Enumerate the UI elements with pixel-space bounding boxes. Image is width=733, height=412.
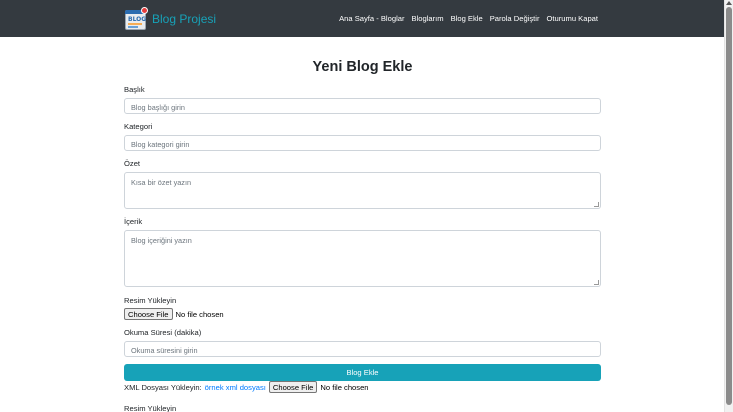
content-placeholder: Blog içeriğini yazın <box>131 236 192 245</box>
summary-placeholder: Kısa bir özet yazın <box>131 178 192 187</box>
xml-file-status: No file chosen <box>320 382 369 392</box>
nav-my-blogs[interactable]: Bloglarım <box>412 14 444 23</box>
logo-text: BLOG <box>128 15 147 23</box>
image-file-input: Choose File No file chosen <box>124 308 224 320</box>
resize-handle-icon[interactable] <box>594 280 599 285</box>
title-label: Başlık <box>124 85 145 94</box>
image-label: Resim Yükleyin <box>124 296 177 305</box>
scrollbar-thumb[interactable] <box>726 7 732 405</box>
submit-button[interactable]: Blog Ekle <box>124 364 601 381</box>
category-input[interactable]: Blog kategori girin <box>124 135 601 151</box>
category-label: Kategori <box>124 122 153 131</box>
nav-logout[interactable]: Oturumu Kapat <box>547 14 599 23</box>
title-placeholder: Blog başlığı girin <box>131 103 185 112</box>
content-label: İçerik <box>124 217 143 226</box>
reading-time-label: Okuma Süresi (dakika) <box>124 328 202 337</box>
page-scrollbar[interactable] <box>724 0 733 412</box>
content-textarea[interactable]: Blog içeriğini yazın <box>124 230 601 287</box>
resize-handle-icon[interactable] <box>594 202 599 207</box>
brand-name[interactable]: Blog Projesi <box>152 12 216 26</box>
brand-link[interactable]: BLOG Blog Projesi <box>124 6 216 31</box>
nav-home[interactable]: Ana Sayfa - Bloglar <box>339 14 404 23</box>
image-label-2: Resim Yükleyin <box>124 404 177 412</box>
page-title: Yeni Blog Ekle <box>312 59 413 75</box>
reading-time-placeholder: Okuma süresini girin <box>131 346 198 355</box>
xml-choose-file-button[interactable]: Choose File <box>268 381 318 393</box>
image-choose-file-button[interactable]: Choose File <box>124 308 173 320</box>
reading-time-input[interactable]: Okuma süresini girin <box>124 341 601 357</box>
form-container: Yeni Blog Ekle Başlık Blog başlığı girin… <box>124 37 601 412</box>
nav-links: Ana Sayfa - Bloglar Bloglarım Blog Ekle … <box>339 0 598 37</box>
nav-change-password[interactable]: Parola Değiştir <box>490 14 540 23</box>
xml-upload-row: XML Dosyası Yükleyin: örnek xml dosyası … <box>124 381 369 393</box>
navbar: BLOG Blog Projesi Ana Sayfa - Bloglar Bl… <box>0 0 724 37</box>
sample-xml-link[interactable]: örnek xml dosyası <box>205 383 266 392</box>
blog-logo-icon: BLOG <box>124 6 148 31</box>
summary-label: Özet <box>124 159 141 168</box>
image-file-status: No file chosen <box>175 309 224 319</box>
nav-add-blog[interactable]: Blog Ekle <box>451 14 483 23</box>
xml-label: XML Dosyası Yükleyin: <box>124 382 202 392</box>
scroll-up-icon[interactable] <box>726 1 732 5</box>
summary-textarea[interactable]: Kısa bir özet yazın <box>124 172 601 209</box>
category-placeholder: Blog kategori girin <box>131 140 190 149</box>
title-input[interactable]: Blog başlığı girin <box>124 98 601 114</box>
